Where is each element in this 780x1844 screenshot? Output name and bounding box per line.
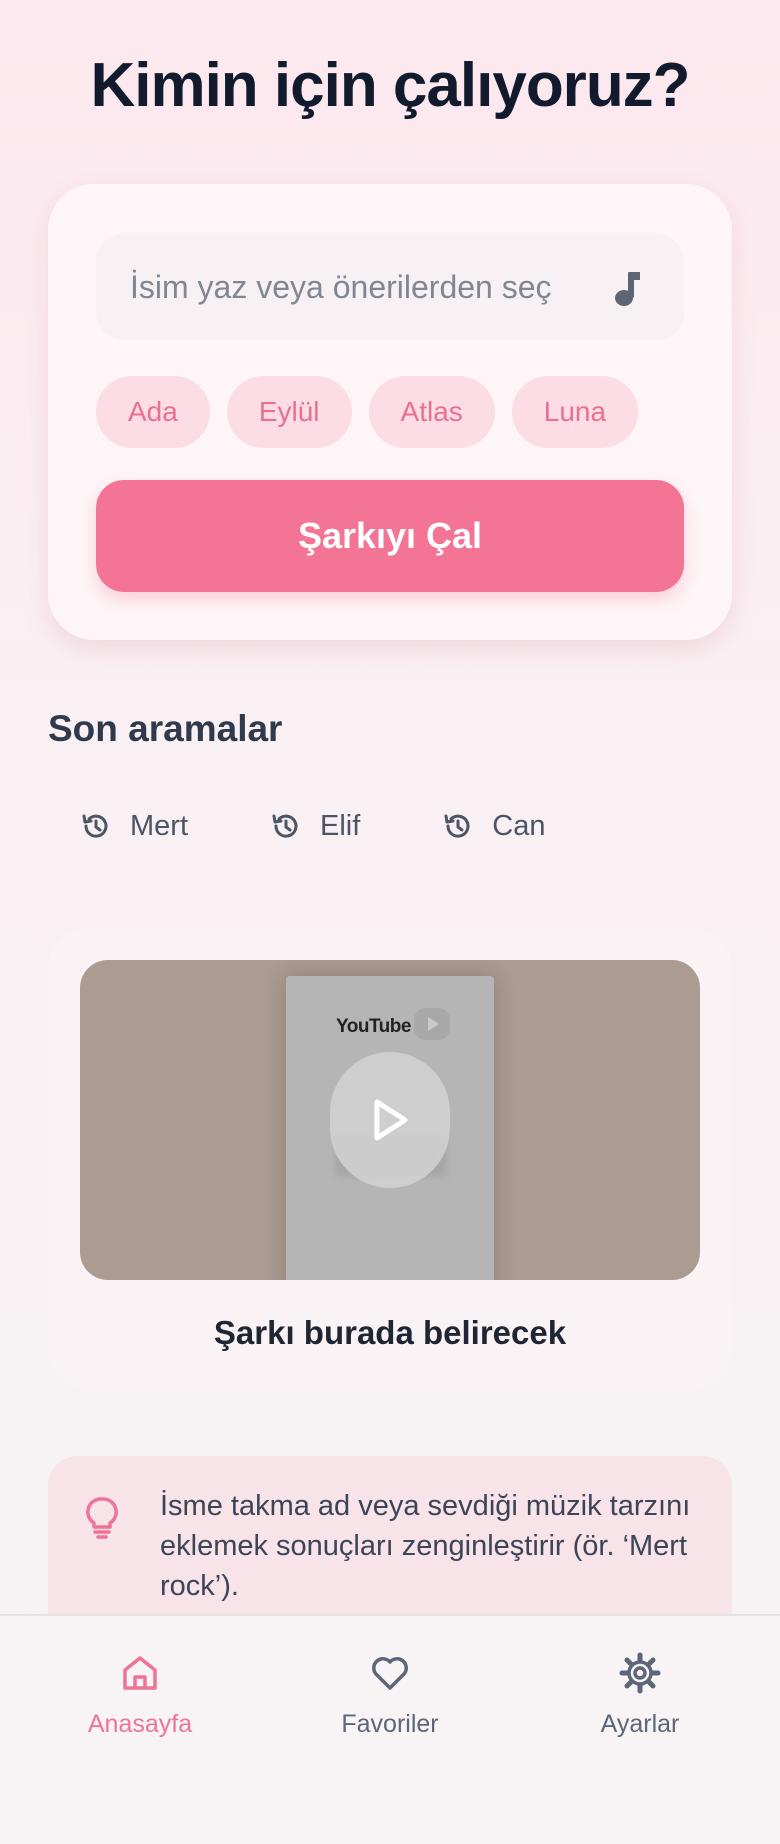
suggestion-chip-atlas[interactable]: Atlas bbox=[368, 376, 495, 448]
nav-item-home[interactable]: Anasayfa bbox=[40, 1652, 240, 1739]
nav-item-favorites[interactable]: Favoriler bbox=[290, 1652, 490, 1739]
home-icon bbox=[123, 1656, 157, 1690]
recent-searches-title: Son aramalar bbox=[48, 708, 283, 749]
recent-chip-mert[interactable]: Mert bbox=[48, 786, 222, 866]
play-overlay-button[interactable] bbox=[330, 1052, 450, 1188]
player-card: YouTube Şarkı burada belirecek bbox=[48, 928, 732, 1390]
heart-icon bbox=[372, 1657, 408, 1690]
name-input[interactable] bbox=[96, 234, 600, 340]
youtube-thumbnail-text: YouTube bbox=[336, 1016, 411, 1037]
video-thumbnail[interactable]: YouTube bbox=[80, 960, 700, 1280]
search-field[interactable] bbox=[96, 234, 684, 340]
play-icon bbox=[374, 1099, 408, 1141]
tip-text: İsme takma ad veya sevdiği müzik tarzını… bbox=[160, 1490, 691, 1602]
history-icon bbox=[272, 814, 298, 838]
play-song-button[interactable]: Şarkıyı Çal bbox=[96, 480, 684, 592]
suggestion-chips: Ada Eylül Atlas Luna bbox=[96, 376, 639, 448]
player-caption: Şarkı burada belirecek bbox=[213, 1314, 567, 1351]
recent-chip-label: Can bbox=[492, 809, 546, 842]
suggestion-chip-eylul[interactable]: Eylül bbox=[226, 376, 352, 448]
gear-icon bbox=[619, 1652, 661, 1694]
nav-label: Ayarlar bbox=[600, 1710, 680, 1738]
nav-item-settings[interactable]: Ayarlar bbox=[540, 1652, 740, 1739]
history-icon bbox=[82, 814, 108, 838]
bottom-navigation: Anasayfa Favoriler Ayarlar bbox=[0, 1614, 780, 1844]
nav-label: Anasayfa bbox=[87, 1710, 193, 1738]
suggestion-chip-ada[interactable]: Ada bbox=[96, 376, 210, 448]
recent-searches-list: Mert Elif Can bbox=[48, 786, 580, 866]
music-note-icon[interactable] bbox=[608, 268, 644, 308]
recent-chip-can[interactable]: Can bbox=[410, 786, 580, 866]
history-icon bbox=[444, 814, 470, 838]
page-title: Kimin için çalıyoruz? bbox=[90, 51, 690, 120]
recent-chip-label: Elif bbox=[320, 809, 361, 842]
recent-chip-label: Mert bbox=[130, 809, 188, 842]
suggestion-chip-luna[interactable]: Luna bbox=[511, 376, 639, 448]
lightbulb-icon bbox=[86, 1497, 118, 1539]
youtube-logo-icon bbox=[414, 1008, 450, 1040]
nav-label: Favoriler bbox=[341, 1710, 439, 1738]
search-card: Ada Eylül Atlas Luna Şarkıyı Çal bbox=[48, 184, 732, 640]
recent-chip-elif[interactable]: Elif bbox=[238, 786, 395, 866]
